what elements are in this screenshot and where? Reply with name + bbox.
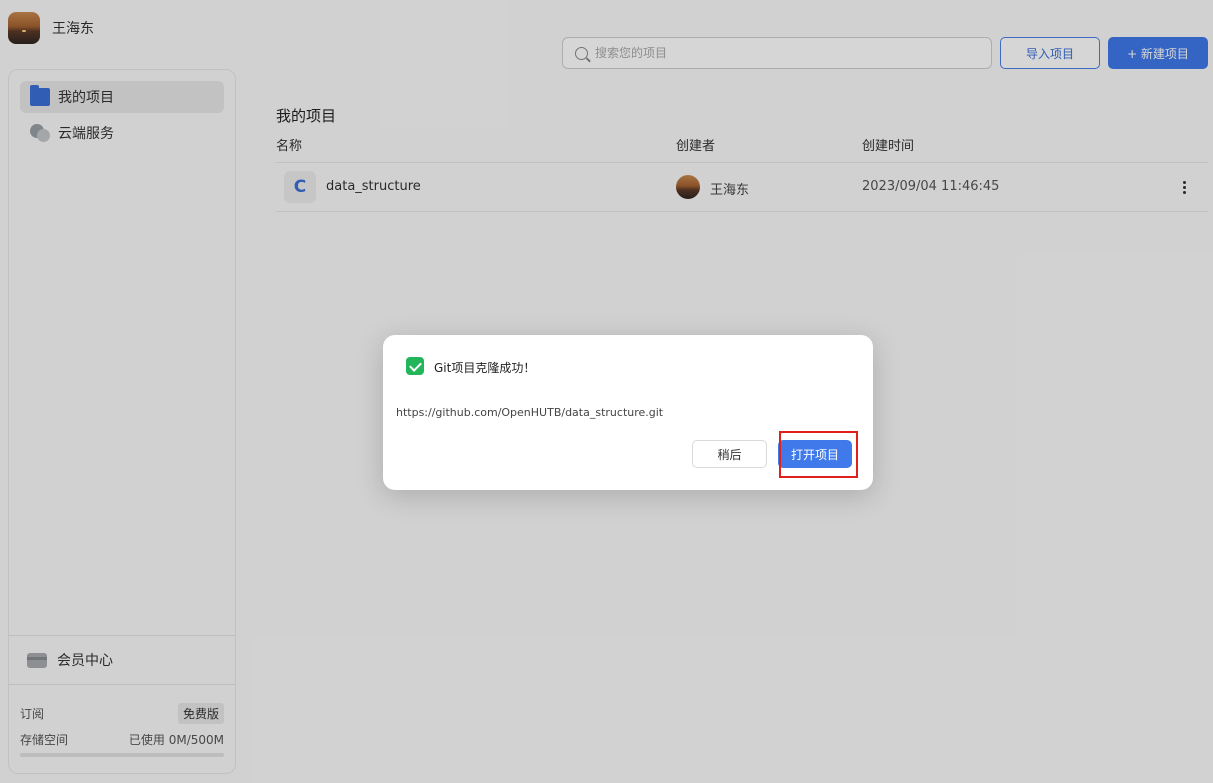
dialog-title: Git项目克隆成功！ — [434, 361, 536, 375]
highlight-box — [779, 431, 858, 478]
repository-url: https://github.com/OpenHUTB/data_structu… — [396, 406, 664, 419]
later-button[interactable]: 稍后 — [692, 440, 767, 468]
checkmark-icon — [406, 357, 424, 375]
